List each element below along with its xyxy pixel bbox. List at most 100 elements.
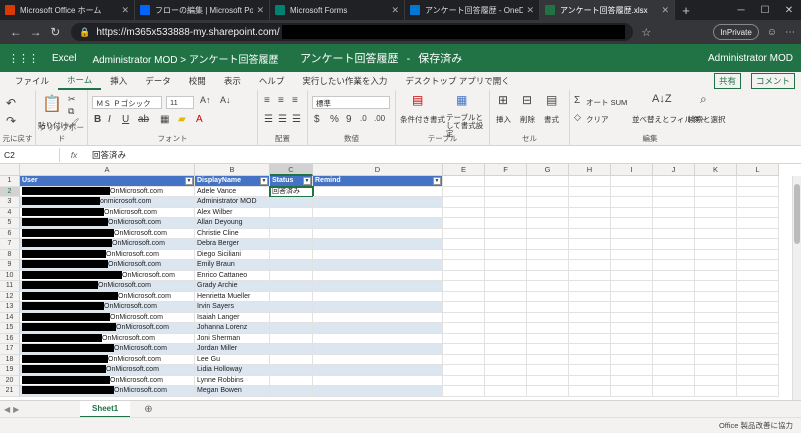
row-header[interactable]: 11 bbox=[0, 281, 20, 292]
redo-icon[interactable]: ↷ bbox=[6, 114, 16, 128]
cell[interactable] bbox=[737, 260, 779, 271]
cell[interactable] bbox=[527, 260, 569, 271]
cell[interactable] bbox=[695, 323, 737, 334]
cell[interactable] bbox=[611, 249, 653, 260]
browser-tab[interactable]: フローの編集 | Microsoft Power A✕ bbox=[135, 0, 270, 20]
cell[interactable] bbox=[443, 239, 485, 250]
display-name-cell[interactable]: Debra Berger bbox=[195, 239, 270, 250]
cell[interactable] bbox=[611, 302, 653, 313]
status-cell[interactable] bbox=[270, 249, 313, 260]
user-cell[interactable]: OnMicrosoft.com bbox=[20, 218, 195, 229]
cell[interactable] bbox=[695, 186, 737, 197]
cell[interactable] bbox=[527, 365, 569, 376]
user-cell[interactable]: OnMicrosoft.com bbox=[20, 249, 195, 260]
cell[interactable] bbox=[443, 312, 485, 323]
cell[interactable] bbox=[653, 197, 695, 208]
cell[interactable] bbox=[611, 239, 653, 250]
status-cell[interactable] bbox=[270, 270, 313, 281]
align-right-icon[interactable]: ☰ bbox=[292, 114, 301, 125]
document-title[interactable]: アンケート回答履歴 - 保存済み bbox=[300, 50, 462, 66]
cell[interactable] bbox=[485, 197, 527, 208]
row-header[interactable]: 17 bbox=[0, 344, 20, 355]
row-header[interactable]: 9 bbox=[0, 260, 20, 271]
status-cell[interactable] bbox=[270, 365, 313, 376]
cell[interactable] bbox=[611, 354, 653, 365]
emoji-icon[interactable]: ☺ bbox=[767, 27, 777, 38]
cell[interactable] bbox=[653, 186, 695, 197]
cell[interactable] bbox=[611, 291, 653, 302]
autosum-icon[interactable]: Σ bbox=[574, 95, 580, 106]
row-header[interactable]: 1 bbox=[0, 176, 20, 187]
conditional-format-icon[interactable]: ▤ bbox=[412, 93, 423, 107]
user-cell[interactable]: OnMicrosoft.com bbox=[20, 207, 195, 218]
user-cell[interactable]: OnMicrosoft.com bbox=[20, 270, 195, 281]
column-header[interactable]: G bbox=[527, 164, 569, 176]
browser-tab[interactable]: Microsoft Office ホーム ✕ bbox=[0, 0, 135, 20]
format-as-table-icon[interactable]: ▦ bbox=[456, 93, 467, 107]
cell[interactable] bbox=[485, 239, 527, 250]
cell[interactable] bbox=[653, 302, 695, 313]
cell[interactable] bbox=[527, 375, 569, 386]
cell[interactable] bbox=[653, 323, 695, 334]
column-header[interactable]: I bbox=[611, 164, 653, 176]
cell[interactable] bbox=[737, 323, 779, 334]
cell[interactable] bbox=[611, 207, 653, 218]
cell[interactable] bbox=[569, 260, 611, 271]
cell[interactable] bbox=[569, 270, 611, 281]
ribbon-tab[interactable]: ホーム bbox=[58, 72, 102, 90]
cell[interactable] bbox=[313, 197, 443, 208]
cell[interactable] bbox=[527, 333, 569, 344]
cell[interactable] bbox=[569, 228, 611, 239]
number-format-select[interactable]: 標準 bbox=[312, 96, 390, 109]
cell[interactable] bbox=[485, 375, 527, 386]
cell[interactable] bbox=[737, 312, 779, 323]
column-header[interactable]: H bbox=[569, 164, 611, 176]
decrease-decimal-icon[interactable]: .00 bbox=[374, 114, 385, 123]
cell[interactable] bbox=[653, 291, 695, 302]
cell[interactable] bbox=[485, 312, 527, 323]
cell[interactable] bbox=[695, 260, 737, 271]
filter-dropdown-icon[interactable]: ▼ bbox=[185, 177, 193, 185]
cell[interactable] bbox=[611, 312, 653, 323]
delete-cells-label[interactable]: 削除 bbox=[520, 114, 535, 125]
align-left-icon[interactable]: ☰ bbox=[264, 114, 273, 125]
cell[interactable] bbox=[443, 365, 485, 376]
user-cell[interactable]: OnMicrosoft.com bbox=[20, 386, 195, 397]
cell[interactable] bbox=[485, 386, 527, 397]
column-header[interactable]: E bbox=[443, 164, 485, 176]
cell[interactable] bbox=[527, 291, 569, 302]
insert-cells-label[interactable]: 挿入 bbox=[496, 114, 511, 125]
display-name-cell[interactable]: Alex Wilber bbox=[195, 207, 270, 218]
cell[interactable] bbox=[737, 354, 779, 365]
cell[interactable] bbox=[737, 270, 779, 281]
cell[interactable] bbox=[485, 260, 527, 271]
cell[interactable] bbox=[611, 386, 653, 397]
align-middle-icon[interactable]: ≡ bbox=[278, 95, 284, 106]
ribbon-tab[interactable]: データ bbox=[136, 72, 180, 90]
row-header[interactable]: 15 bbox=[0, 323, 20, 334]
cell[interactable] bbox=[611, 260, 653, 271]
display-name-cell[interactable]: Lidia Holloway bbox=[195, 365, 270, 376]
currency-icon[interactable]: $ bbox=[314, 114, 320, 125]
cell[interactable] bbox=[313, 218, 443, 229]
display-name-cell[interactable]: Johanna Lorenz bbox=[195, 323, 270, 334]
cell[interactable] bbox=[313, 291, 443, 302]
cell[interactable] bbox=[695, 344, 737, 355]
column-header[interactable]: F bbox=[485, 164, 527, 176]
cell[interactable] bbox=[653, 207, 695, 218]
column-header[interactable]: D bbox=[313, 164, 443, 176]
insert-cells-icon[interactable]: ⊞ bbox=[498, 93, 508, 107]
row-header[interactable]: 8 bbox=[0, 249, 20, 260]
filter-dropdown-icon[interactable]: ▼ bbox=[260, 177, 268, 185]
comment-button[interactable]: コメント bbox=[750, 73, 795, 89]
italic-icon[interactable]: I bbox=[108, 114, 111, 125]
cell[interactable] bbox=[695, 228, 737, 239]
borders-icon[interactable]: ▦ bbox=[160, 114, 169, 125]
cell[interactable] bbox=[527, 302, 569, 313]
cell[interactable] bbox=[569, 197, 611, 208]
display-name-cell[interactable]: Diego Siciliani bbox=[195, 249, 270, 260]
cell[interactable] bbox=[443, 207, 485, 218]
cell[interactable] bbox=[569, 207, 611, 218]
cell[interactable] bbox=[695, 333, 737, 344]
sheet-nav-icons[interactable]: ◀▶ bbox=[0, 405, 80, 414]
